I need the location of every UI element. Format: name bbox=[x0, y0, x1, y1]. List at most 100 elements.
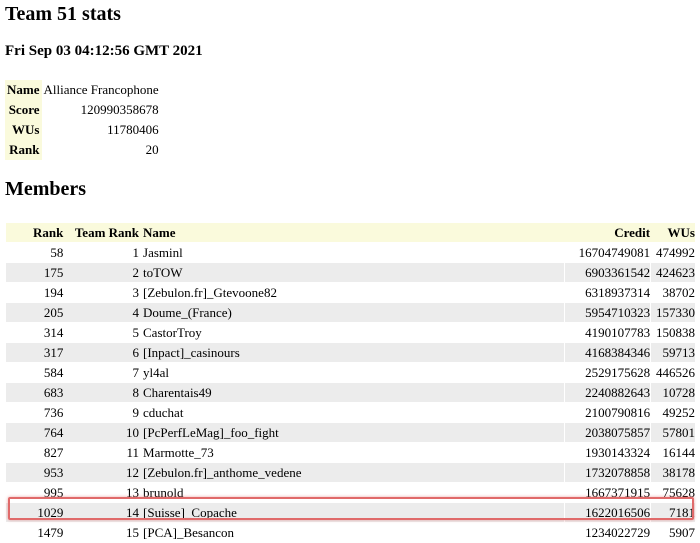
summary-label: Score bbox=[5, 100, 42, 120]
cell-wus: 446526 bbox=[650, 363, 695, 382]
summary-row-rank: Rank 20 bbox=[5, 140, 161, 160]
column-header-credit[interactable]: Credit bbox=[564, 223, 651, 242]
cell-team-rank: 3 bbox=[63, 283, 140, 302]
summary-label: WUs bbox=[5, 120, 42, 140]
cell-credit: 4168384346 bbox=[564, 343, 651, 362]
cell-credit: 1622016506 bbox=[564, 503, 651, 522]
summary-label: Rank bbox=[5, 140, 42, 160]
cell-rank: 205 bbox=[6, 303, 64, 322]
member-row: 764 10 [PcPerfLeMag]_foo_fight 2038075857 57… bbox=[6, 423, 695, 442]
cell-credit: 6903361542 bbox=[564, 263, 651, 282]
cell-team-rank: 5 bbox=[63, 323, 140, 342]
cell-member-name: [Inpact]_casinours bbox=[139, 343, 565, 362]
member-row: 205 4 Doume_(France) 5954710323 157330 bbox=[6, 303, 695, 322]
cell-member-name: [PCA]_Besancon bbox=[139, 523, 565, 542]
summary-value-team-name: Alliance Francophone bbox=[43, 82, 159, 97]
cell-rank: 584 bbox=[6, 363, 64, 382]
cell-rank: 953 bbox=[6, 463, 64, 482]
member-row: 953 12 [Zebulon.fr]_anthome_vedene 17320788… bbox=[6, 463, 695, 482]
member-row: 194 3 [Zebulon.fr]_Gtevoone82 6318937314 387… bbox=[6, 283, 695, 302]
cell-member-name: yl4al bbox=[139, 363, 565, 382]
cell-team-rank: 13 bbox=[63, 483, 140, 502]
member-row: 314 5 CastorTroy 4190107783 150838 bbox=[6, 323, 695, 342]
cell-wus: 57801 bbox=[650, 423, 695, 442]
cell-credit: 2038075857 bbox=[564, 423, 651, 442]
cell-member-name: [Zebulon.fr]_Gtevoone82 bbox=[139, 283, 565, 302]
cell-rank: 736 bbox=[6, 403, 64, 422]
cell-member-name: brunold bbox=[139, 483, 565, 502]
summary-row-name: Name Alliance Francophone bbox=[5, 80, 161, 100]
members-table: Rank Team Rank Name Credit WUs 58 1 Jasmin… bbox=[6, 222, 695, 543]
cell-member-name: CastorTroy bbox=[139, 323, 565, 342]
cell-team-rank: 14 bbox=[63, 503, 140, 522]
cell-wus: 150838 bbox=[650, 323, 695, 342]
members-table-body: 58 1 Jasminl 16704749081 474992 175 2 toTOW 6903… bbox=[6, 243, 695, 542]
cell-wus: 38702 bbox=[650, 283, 695, 302]
cell-rank: 827 bbox=[6, 443, 64, 462]
column-header-rank[interactable]: Rank bbox=[6, 223, 64, 242]
member-row: 683 8 Charentais49 2240882643 10728 bbox=[6, 383, 695, 402]
summary-row-wus: WUs 11780406 bbox=[5, 120, 161, 140]
cell-credit: 4190107783 bbox=[564, 323, 651, 342]
cell-team-rank: 10 bbox=[63, 423, 140, 442]
cell-team-rank: 2 bbox=[63, 263, 140, 282]
cell-wus: 75628 bbox=[650, 483, 695, 502]
cell-credit: 1667371915 bbox=[564, 483, 651, 502]
cell-team-rank: 11 bbox=[63, 443, 140, 462]
cell-rank: 58 bbox=[6, 243, 64, 262]
cell-rank: 683 bbox=[6, 383, 64, 402]
cell-wus: 5907 bbox=[650, 523, 695, 542]
cell-team-rank: 8 bbox=[63, 383, 140, 402]
cell-wus: 7181 bbox=[650, 503, 695, 522]
cell-rank: 314 bbox=[6, 323, 64, 342]
cell-member-name: toTOW bbox=[139, 263, 565, 282]
member-row: 827 11 Marmotte_73 1930143324 16144 bbox=[6, 443, 695, 462]
cell-credit: 1732078858 bbox=[564, 463, 651, 482]
column-header-wus[interactable]: WUs bbox=[650, 223, 695, 242]
cell-member-name: [Suisse]_Copache bbox=[139, 503, 565, 522]
page-title: Team 51 stats bbox=[5, 3, 121, 25]
cell-team-rank: 6 bbox=[63, 343, 140, 362]
cell-credit: 2240882643 bbox=[564, 383, 651, 402]
member-row: 317 6 [Inpact]_casinours 4168384346 59713 bbox=[6, 343, 695, 362]
summary-value-score: 120990358678 bbox=[80, 102, 159, 117]
team-summary-table: Name Alliance Francophone Score 12099035… bbox=[5, 80, 161, 160]
cell-member-name: [PcPerfLeMag]_foo_fight bbox=[139, 423, 565, 442]
cell-wus: 10728 bbox=[650, 383, 695, 402]
cell-wus: 38178 bbox=[650, 463, 695, 482]
member-row: 58 1 Jasminl 16704749081 474992 bbox=[6, 243, 695, 262]
member-row: 1029 14 [Suisse]_Copache 1622016506 7181 bbox=[6, 503, 695, 522]
cell-wus: 59713 bbox=[650, 343, 695, 362]
cell-team-rank: 4 bbox=[63, 303, 140, 322]
cell-team-rank: 7 bbox=[63, 363, 140, 382]
summary-row-score: Score 120990358678 bbox=[5, 100, 161, 120]
cell-rank: 175 bbox=[6, 263, 64, 282]
cell-wus: 424623 bbox=[650, 263, 695, 282]
cell-credit: 1234022729 bbox=[564, 523, 651, 542]
members-header-row: Rank Team Rank Name Credit WUs bbox=[6, 223, 695, 242]
cell-member-name: cduchat bbox=[139, 403, 565, 422]
cell-credit: 6318937314 bbox=[564, 283, 651, 302]
cell-member-name: [Zebulon.fr]_anthome_vedene bbox=[139, 463, 565, 482]
cell-credit: 2100790816 bbox=[564, 403, 651, 422]
summary-value-wus: 11780406 bbox=[107, 122, 159, 137]
cell-rank: 194 bbox=[6, 283, 64, 302]
cell-rank: 1029 bbox=[6, 503, 64, 522]
cell-member-name: Jasminl bbox=[139, 243, 565, 262]
column-header-team-rank[interactable]: Team Rank bbox=[63, 223, 140, 242]
member-row: 736 9 cduchat 2100790816 49252 bbox=[6, 403, 695, 422]
member-row: 995 13 brunold 1667371915 75628 bbox=[6, 483, 695, 502]
cell-wus: 157330 bbox=[650, 303, 695, 322]
cell-wus: 474992 bbox=[650, 243, 695, 262]
cell-rank: 1479 bbox=[6, 523, 64, 542]
stats-timestamp: Fri Sep 03 04:12:56 GMT 2021 bbox=[5, 43, 203, 59]
cell-wus: 16144 bbox=[650, 443, 695, 462]
cell-team-rank: 15 bbox=[63, 523, 140, 542]
cell-rank: 995 bbox=[6, 483, 64, 502]
column-header-name[interactable]: Name bbox=[139, 223, 565, 242]
cell-member-name: Charentais49 bbox=[139, 383, 565, 402]
cell-credit: 1930143324 bbox=[564, 443, 651, 462]
member-row: 175 2 toTOW 6903361542 424623 bbox=[6, 263, 695, 282]
cell-credit: 2529175628 bbox=[564, 363, 651, 382]
cell-wus: 49252 bbox=[650, 403, 695, 422]
